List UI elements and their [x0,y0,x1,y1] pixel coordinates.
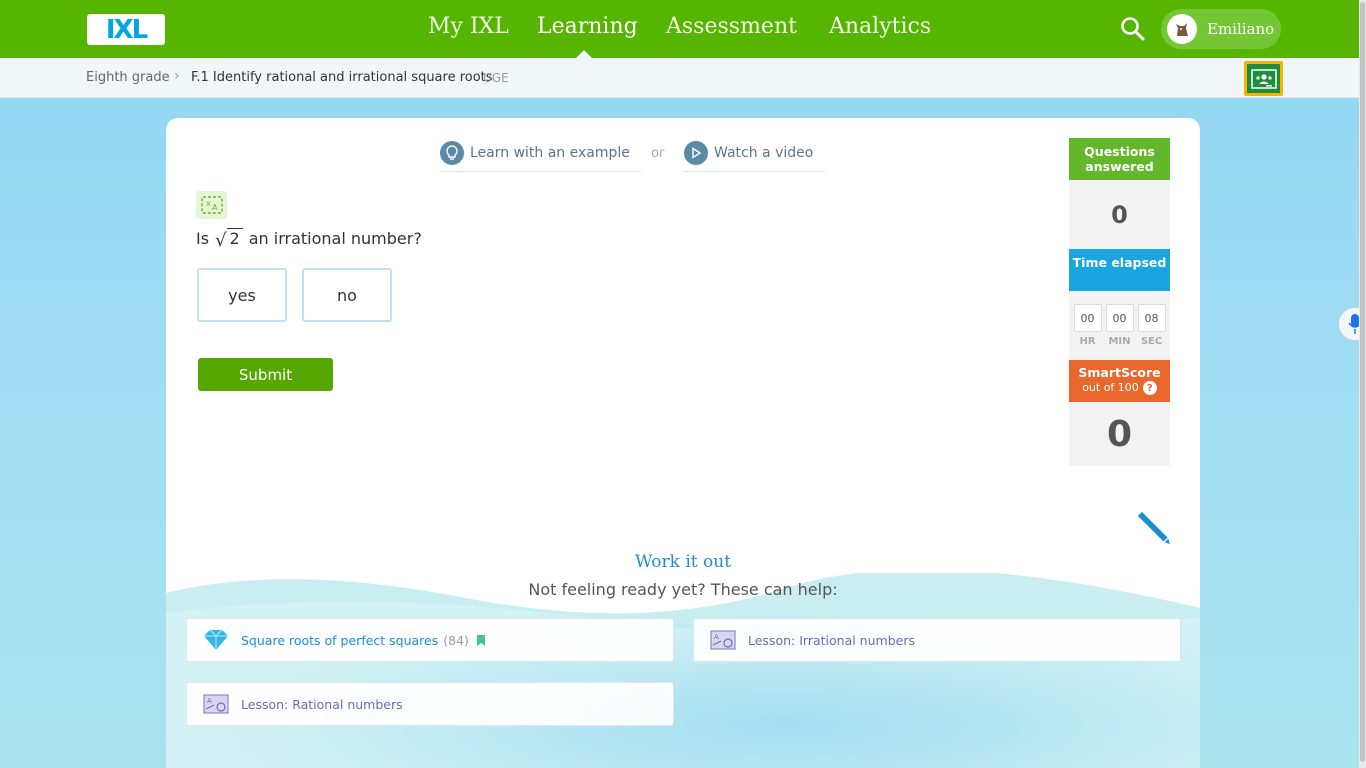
question-text: Is √ 2 an irrational number? [196,228,422,250]
breadcrumb-skill: F.1 Identify rational and irrational squ… [191,70,493,85]
time-elapsed-label: Time elapsed [1069,249,1170,291]
wave-background [166,573,1200,768]
search-icon[interactable] [1119,15,1147,43]
nav-analytics[interactable]: Analytics [829,14,931,39]
lightbulb-icon [440,140,464,165]
svg-text:A: A [207,697,212,705]
timer-minutes-label: MIN [1108,336,1131,347]
smartscore-label: SmartScore [1078,365,1161,380]
answer-choice-yes[interactable]: yes [197,268,287,322]
nav-my-ixl[interactable]: My IXL [428,14,509,39]
work-it-out-subtitle: Not feeling ready yet? These can help: [528,580,838,599]
learn-with-example-link[interactable]: Learn with an example [440,138,641,172]
resource-square-roots-perfect-squares[interactable]: Square roots of perfect squares (84) [186,618,674,662]
logo-text: IXL [105,14,148,45]
resource-lesson-rational-numbers[interactable]: A Lesson: Rational numbers [186,682,674,726]
work-it-out-title: Work it out [634,552,732,572]
breadcrumb-grade[interactable]: Eighth grade [86,70,170,85]
lesson-icon: A [708,627,738,653]
chevron-right-icon: › [174,68,180,84]
smartscore-sub-label: out of 100 [1082,381,1139,394]
google-classroom-button[interactable] [1244,61,1283,96]
questions-answered-value: 0 [1069,180,1170,249]
timer-hours-label: HR [1079,336,1096,347]
breadcrumb: Eighth grade › F.1 Identify rational and… [0,58,1366,98]
skill-code: UGE [483,71,509,85]
avatar [1167,14,1197,44]
translate-icon[interactable]: xA [196,191,227,219]
help-icon[interactable]: ? [1142,381,1157,395]
top-nav-bar: IXL My IXL Learning Assessment Analytics… [0,0,1366,58]
classroom-icon [1250,68,1277,89]
nav-learning[interactable]: Learning [537,14,638,39]
dog-avatar-icon [1176,23,1188,36]
smartscore-header: SmartScore out of 100? [1069,360,1170,402]
resource-count: (84) [443,632,469,648]
active-nav-indicator [576,50,592,58]
bookmark-icon [476,631,485,650]
svg-text:A: A [212,203,218,212]
ixl-logo[interactable]: IXL [87,14,165,45]
timer-seconds-label: SEC [1140,336,1163,347]
svg-text:A: A [714,633,719,641]
watch-video-label: Watch a video [714,144,814,161]
questions-answered-label: Questions answered [1069,138,1170,180]
radicand: 2 [226,228,243,250]
nav-assessment[interactable]: Assessment [666,14,797,39]
resource-label: Lesson: Rational numbers [241,696,403,712]
resource-label: Square roots of perfect squares [241,632,439,648]
timer: 00 00 08 HR MIN SEC [1069,291,1170,360]
lesson-icon: A [201,691,231,717]
svg-text:x: x [206,199,211,208]
pencil-icon[interactable] [1132,506,1172,546]
question-suffix: an irrational number? [248,229,422,249]
scrollbar-thumb[interactable] [1360,2,1365,762]
resource-label: Lesson: Irrational numbers [748,632,915,648]
stats-sidebar: Questions answered 0 Time elapsed 00 00 … [1069,138,1170,466]
answer-choice-no[interactable]: no [302,268,392,322]
or-separator: or [651,146,665,161]
user-menu-button[interactable]: Emiliano [1161,9,1281,49]
resource-lesson-irrational-numbers[interactable]: A Lesson: Irrational numbers [693,618,1181,662]
smartscore-value: 0 [1069,402,1170,466]
practice-card: Learn with an example or Watch a video x… [166,118,1200,768]
diamond-icon [201,627,231,653]
user-name: Emiliano [1207,20,1275,38]
timer-seconds: 08 [1137,304,1166,332]
submit-button[interactable]: Submit [198,358,333,391]
timer-minutes: 00 [1105,304,1134,332]
timer-hours: 00 [1073,304,1102,332]
play-icon [684,140,708,165]
question-prefix: Is [196,229,210,249]
square-root-expression: √ 2 [215,228,243,250]
radical-sign: √ [215,229,227,251]
learn-with-example-label: Learn with an example [470,144,630,161]
watch-video-link[interactable]: Watch a video [684,138,825,172]
